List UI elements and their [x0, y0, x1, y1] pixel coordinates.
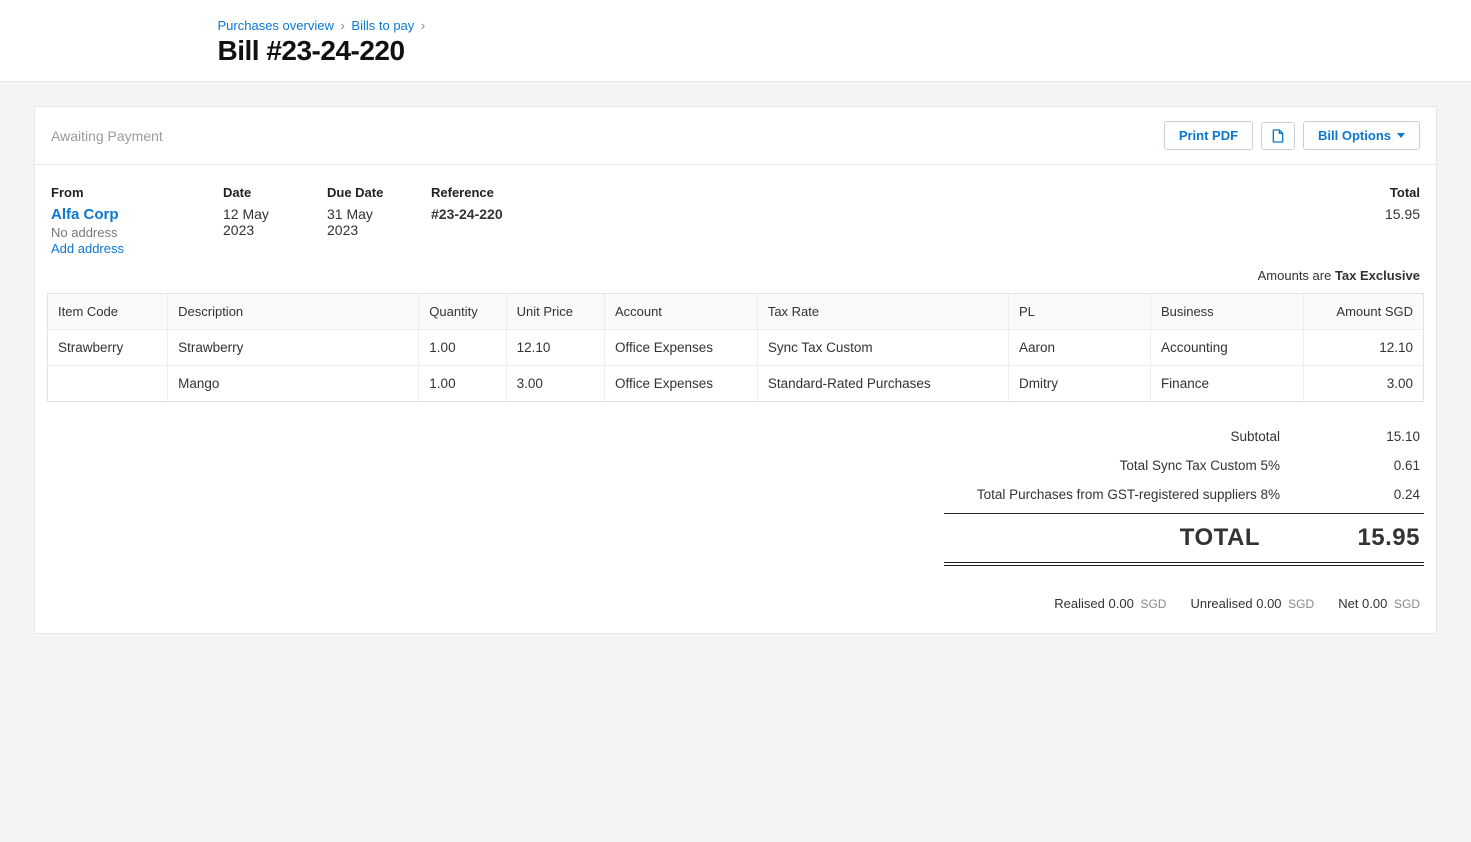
table-row: Mango 1.00 3.00 Office Expenses Standard… [48, 366, 1424, 402]
cell-quantity: 1.00 [419, 330, 506, 366]
cell-amount: 12.10 [1303, 330, 1423, 366]
bill-options-button[interactable]: Bill Options [1303, 121, 1420, 150]
currency-code: SGD [1140, 597, 1166, 611]
breadcrumb-separator: › [421, 18, 425, 33]
line-items-table: Item Code Description Quantity Unit Pric… [47, 293, 1424, 402]
table-row: Strawberry Strawberry 1.00 12.10 Office … [48, 330, 1424, 366]
unrealised-value: 0.00 [1256, 596, 1281, 611]
page-header: Purchases overview › Bills to pay › Bill… [0, 0, 1471, 82]
no-address-text: No address [51, 225, 199, 240]
currency-gains-row: Realised 0.00 SGD Unrealised 0.00 SGD Ne… [35, 566, 1436, 633]
net-gain: Net 0.00 SGD [1338, 596, 1420, 611]
due-date-value: 31 May 2023 [327, 206, 407, 238]
page-title: Bill #23-24-220 [218, 35, 1446, 67]
tax-mode-value: Tax Exclusive [1335, 268, 1420, 283]
col-description: Description [168, 294, 419, 330]
cell-tax-rate: Standard-Rated Purchases [757, 366, 1008, 402]
col-unit-price: Unit Price [506, 294, 604, 330]
from-label: From [51, 185, 199, 200]
cell-description: Strawberry [168, 330, 419, 366]
cell-description: Mango [168, 366, 419, 402]
realised-gain: Realised 0.00 SGD [1054, 596, 1166, 611]
bill-card: Awaiting Payment Print PDF Bill Options … [34, 106, 1437, 634]
subtotal-value: 15.10 [1320, 429, 1420, 444]
total-label: Total [1385, 185, 1420, 200]
table-header-row: Item Code Description Quantity Unit Pric… [48, 294, 1424, 330]
net-label: Net [1338, 596, 1358, 611]
realised-value: 0.00 [1109, 596, 1134, 611]
totals-section: Subtotal 15.10 Total Sync Tax Custom 5% … [47, 422, 1424, 566]
cell-item-code: Strawberry [48, 330, 168, 366]
cell-account: Office Expenses [604, 330, 757, 366]
attach-files-button[interactable] [1261, 122, 1295, 150]
cell-amount: 3.00 [1303, 366, 1423, 402]
add-address-link[interactable]: Add address [51, 241, 124, 256]
col-amount: Amount SGD [1303, 294, 1423, 330]
card-header: Awaiting Payment Print PDF Bill Options [35, 107, 1436, 165]
date-label: Date [223, 185, 303, 200]
date-value: 12 May 2023 [223, 206, 303, 238]
action-bar: Print PDF Bill Options [1164, 121, 1420, 150]
reference-value: #23-24-220 [431, 206, 571, 222]
cell-item-code [48, 366, 168, 402]
cell-pl: Dmitry [1008, 366, 1150, 402]
chevron-down-icon [1397, 133, 1405, 138]
total-value: 15.95 [1385, 206, 1420, 222]
col-item-code: Item Code [48, 294, 168, 330]
unrealised-label: Unrealised [1190, 596, 1252, 611]
col-quantity: Quantity [419, 294, 506, 330]
grand-total-value: 15.95 [1300, 524, 1420, 552]
due-date-label: Due Date [327, 185, 407, 200]
tax-mode-prefix: Amounts are [1258, 268, 1335, 283]
col-business: Business [1150, 294, 1303, 330]
net-value: 0.00 [1362, 596, 1387, 611]
col-tax-rate: Tax Rate [757, 294, 1008, 330]
cell-quantity: 1.00 [419, 366, 506, 402]
cell-unit-price: 12.10 [506, 330, 604, 366]
status-badge: Awaiting Payment [51, 128, 163, 144]
reference-label: Reference [431, 185, 571, 200]
currency-code: SGD [1288, 597, 1314, 611]
grand-total-label: TOTAL [948, 524, 1300, 552]
cell-account: Office Expenses [604, 366, 757, 402]
currency-code: SGD [1394, 597, 1420, 611]
tax-mode: Amounts are Tax Exclusive [35, 256, 1436, 293]
supplier-link[interactable]: Alfa Corp [51, 206, 119, 223]
col-account: Account [604, 294, 757, 330]
print-pdf-button[interactable]: Print PDF [1164, 121, 1253, 150]
attachment-icon [1270, 128, 1286, 144]
tax2-label: Total Purchases from GST-registered supp… [948, 487, 1320, 502]
tax2-value: 0.24 [1320, 487, 1420, 502]
tax1-value: 0.61 [1320, 458, 1420, 473]
cell-pl: Aaron [1008, 330, 1150, 366]
bill-options-label: Bill Options [1318, 128, 1391, 143]
breadcrumb-bills-to-pay[interactable]: Bills to pay [351, 18, 414, 33]
breadcrumb-separator: › [340, 18, 344, 33]
col-pl: PL [1008, 294, 1150, 330]
subtotal-label: Subtotal [948, 429, 1320, 444]
cell-unit-price: 3.00 [506, 366, 604, 402]
unrealised-gain: Unrealised 0.00 SGD [1190, 596, 1314, 611]
breadcrumb-purchases-overview[interactable]: Purchases overview [218, 18, 334, 33]
tax1-label: Total Sync Tax Custom 5% [948, 458, 1320, 473]
breadcrumb: Purchases overview › Bills to pay › [218, 18, 1446, 33]
realised-label: Realised [1054, 596, 1105, 611]
bill-meta: From Alfa Corp No address Add address Da… [35, 165, 1436, 256]
cell-business: Accounting [1150, 330, 1303, 366]
cell-business: Finance [1150, 366, 1303, 402]
cell-tax-rate: Sync Tax Custom [757, 330, 1008, 366]
